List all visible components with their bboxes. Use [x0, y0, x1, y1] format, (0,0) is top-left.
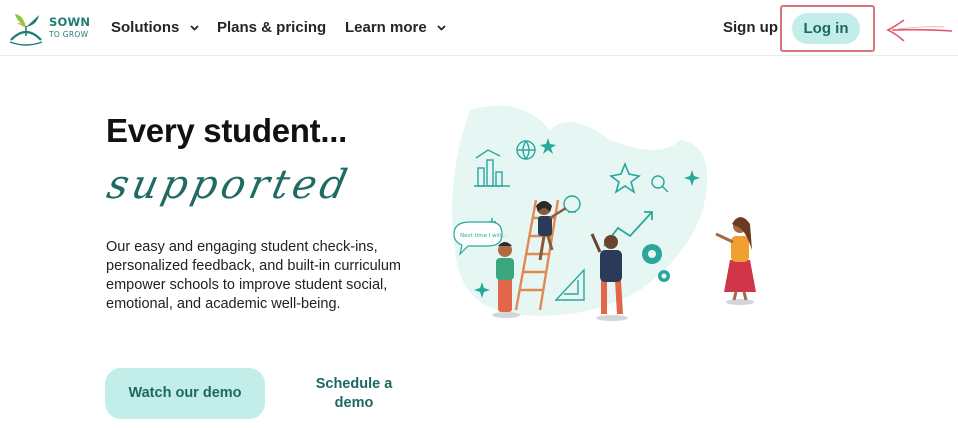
nav-solutions-label: Solutions [111, 19, 180, 36]
background-blob [452, 105, 708, 316]
nav-learn-more[interactable]: Learn more [345, 19, 446, 36]
chevron-down-icon [189, 25, 199, 31]
brand-logo[interactable]: SOWN TO GROW [6, 12, 96, 46]
hero-illustration: Next time I will... [452, 105, 756, 321]
hero-description: Our easy and engaging student check-ins,… [106, 239, 401, 312]
brand-name-line1: SOWN [49, 15, 91, 29]
sprout-logo-icon [9, 14, 43, 46]
nav-plans-pricing-label: Plans & pricing [217, 19, 327, 36]
top-navbar: SOWN TO GROW Solutions Plans & pricing L… [0, 0, 958, 56]
hero-headline: Every student... [106, 112, 347, 149]
person-woman-right [715, 217, 756, 305]
log-in-button[interactable]: Log in [792, 13, 860, 44]
sign-up-link[interactable]: Sign up [723, 19, 778, 36]
watch-demo-button[interactable]: Watch our demo [105, 368, 265, 419]
nav-learn-more-label: Learn more [345, 19, 427, 36]
nav-solutions[interactable]: Solutions [111, 19, 199, 36]
annotation-arrow-icon [886, 19, 953, 42]
hero-script-word: supported [103, 162, 355, 208]
speech-bubble-text: Next time I will... [460, 233, 507, 239]
nav-plans-pricing[interactable]: Plans & pricing [217, 19, 326, 36]
brand-name-line2: TO GROW [49, 29, 89, 39]
chevron-down-icon [437, 25, 446, 31]
schedule-demo-link[interactable]: Schedule a demo [296, 368, 412, 419]
